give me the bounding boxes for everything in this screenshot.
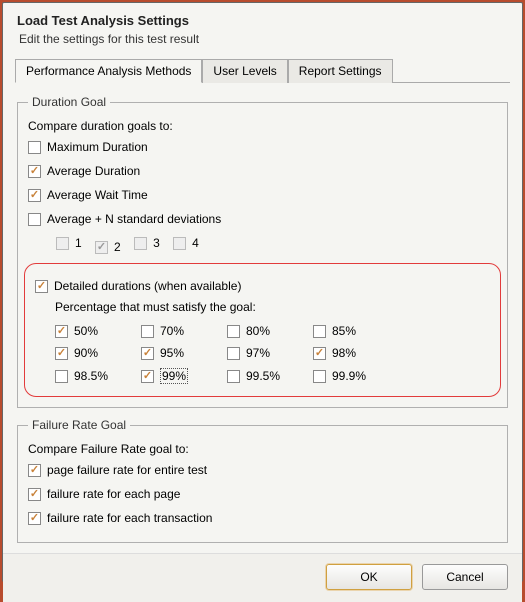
check-label: Average + N standard deviations xyxy=(47,212,221,226)
checkbox-icon xyxy=(173,237,186,250)
button-bar: OK Cancel xyxy=(3,553,522,602)
checkbox-icon xyxy=(28,189,41,202)
check-detailed-durations[interactable]: Detailed durations (when available) xyxy=(35,279,241,293)
dialog: Load Test Analysis Settings Edit the set… xyxy=(2,2,523,582)
ndev-1[interactable]: 1 xyxy=(56,236,82,250)
duration-goal-legend: Duration Goal xyxy=(28,95,110,109)
check-average-wait-time[interactable]: Average Wait Time xyxy=(28,188,148,202)
checkbox-icon xyxy=(313,347,326,360)
check-label: 99.9% xyxy=(332,369,366,383)
check-label: 90% xyxy=(74,346,98,360)
tab-report-settings[interactable]: Report Settings xyxy=(288,59,393,83)
check-maximum-duration[interactable]: Maximum Duration xyxy=(28,140,148,154)
check-label: 85% xyxy=(332,324,356,338)
checkbox-icon xyxy=(227,370,240,383)
n-stddev-options: 1 2 3 4 xyxy=(28,233,497,257)
check-label: failure rate for each transaction xyxy=(47,511,212,525)
failure-compare-label: Compare Failure Rate goal to: xyxy=(28,442,497,456)
check-label: Average Duration xyxy=(47,164,140,178)
pct-90[interactable]: 90% xyxy=(55,346,139,360)
checkbox-icon xyxy=(313,370,326,383)
check-label: 1 xyxy=(75,236,82,250)
checkbox-icon xyxy=(55,325,68,338)
pct-98-5[interactable]: 98.5% xyxy=(55,368,139,384)
check-label: 4 xyxy=(192,236,199,250)
pct-99[interactable]: 99% xyxy=(141,368,225,384)
tab-performance-analysis[interactable]: Performance Analysis Methods xyxy=(15,59,202,83)
check-average-duration[interactable]: Average Duration xyxy=(28,164,140,178)
pct-50[interactable]: 50% xyxy=(55,324,139,338)
check-label: Maximum Duration xyxy=(47,140,148,154)
checkbox-icon xyxy=(35,280,48,293)
pct-99-5[interactable]: 99.5% xyxy=(227,368,311,384)
checkbox-icon xyxy=(55,347,68,360)
checkbox-icon xyxy=(134,237,147,250)
check-label: 98% xyxy=(332,346,356,360)
checkbox-icon xyxy=(28,464,41,477)
failure-rate-goal-group: Failure Rate Goal Compare Failure Rate g… xyxy=(17,418,508,543)
pct-80[interactable]: 80% xyxy=(227,324,311,338)
tab-user-levels[interactable]: User Levels xyxy=(202,59,287,83)
dialog-header: Load Test Analysis Settings Edit the set… xyxy=(3,3,522,52)
check-label: 95% xyxy=(160,346,184,360)
check-label: 50% xyxy=(74,324,98,338)
checkbox-icon xyxy=(313,325,326,338)
pct-85[interactable]: 85% xyxy=(313,324,397,338)
pct-99-9[interactable]: 99.9% xyxy=(313,368,397,384)
checkbox-icon xyxy=(28,512,41,525)
check-label: 98.5% xyxy=(74,369,108,383)
duration-goal-group: Duration Goal Compare duration goals to:… xyxy=(17,95,508,408)
checkbox-icon xyxy=(56,237,69,250)
checkbox-icon xyxy=(95,241,108,254)
ndev-2[interactable]: 2 xyxy=(95,240,121,254)
check-label: 99.5% xyxy=(246,369,280,383)
check-label: Average Wait Time xyxy=(47,188,148,202)
checkbox-icon xyxy=(141,370,154,383)
check-label: 99% xyxy=(160,368,188,384)
pct-70[interactable]: 70% xyxy=(141,324,225,338)
check-label: 70% xyxy=(160,324,184,338)
duration-compare-label: Compare duration goals to: xyxy=(28,119,497,133)
check-page-failure-entire[interactable]: page failure rate for entire test xyxy=(28,463,207,477)
ndev-3[interactable]: 3 xyxy=(134,236,160,250)
checkbox-icon xyxy=(141,325,154,338)
dialog-content: Performance Analysis Methods User Levels… xyxy=(3,52,522,553)
percent-grid: 50% 70% 80% 85% 90% 95% 97% 98% 98.5% 99… xyxy=(35,322,490,386)
checkbox-icon xyxy=(227,325,240,338)
check-label: page failure rate for entire test xyxy=(47,463,207,477)
check-label: 97% xyxy=(246,346,270,360)
checkbox-icon xyxy=(227,347,240,360)
check-failure-each-page[interactable]: failure rate for each page xyxy=(28,487,180,501)
check-label: failure rate for each page xyxy=(47,487,180,501)
dialog-title: Load Test Analysis Settings xyxy=(17,13,508,28)
ndev-4[interactable]: 4 xyxy=(173,236,199,250)
check-label: Detailed durations (when available) xyxy=(54,279,241,293)
detailed-durations-highlight: Detailed durations (when available) Perc… xyxy=(24,263,501,397)
check-average-n-stddev[interactable]: Average + N standard deviations xyxy=(28,212,221,226)
cancel-button[interactable]: Cancel xyxy=(422,564,508,590)
ok-button[interactable]: OK xyxy=(326,564,412,590)
pct-98[interactable]: 98% xyxy=(313,346,397,360)
pct-97[interactable]: 97% xyxy=(227,346,311,360)
checkbox-icon xyxy=(55,370,68,383)
check-label: 80% xyxy=(246,324,270,338)
checkbox-icon xyxy=(141,347,154,360)
checkbox-icon xyxy=(28,488,41,501)
percent-satisfy-label: Percentage that must satisfy the goal: xyxy=(35,300,490,314)
dialog-subtitle: Edit the settings for this test result xyxy=(17,32,508,46)
checkbox-icon xyxy=(28,213,41,226)
failure-goal-legend: Failure Rate Goal xyxy=(28,418,130,432)
check-failure-each-transaction[interactable]: failure rate for each transaction xyxy=(28,511,212,525)
tab-panel: Duration Goal Compare duration goals to:… xyxy=(15,83,510,543)
check-label: 3 xyxy=(153,236,160,250)
check-label: 2 xyxy=(114,240,121,254)
checkbox-icon xyxy=(28,165,41,178)
checkbox-icon xyxy=(28,141,41,154)
pct-95[interactable]: 95% xyxy=(141,346,225,360)
tab-bar: Performance Analysis Methods User Levels… xyxy=(15,58,510,83)
